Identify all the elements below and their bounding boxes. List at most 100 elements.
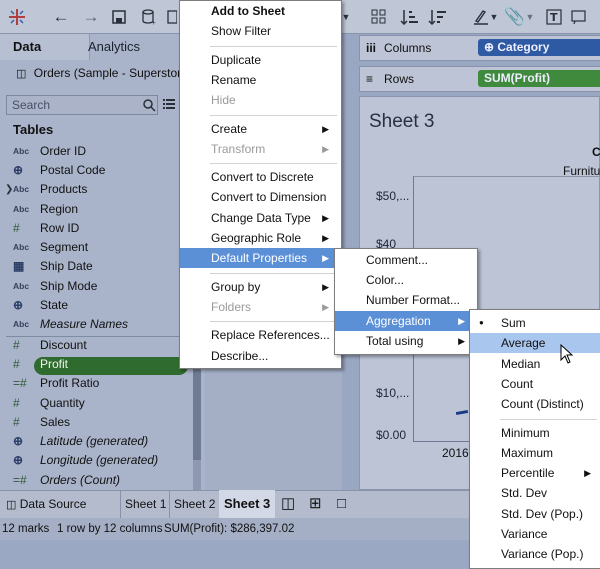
menu-item-label: Count: [501, 376, 534, 391]
menu-item-geographic-role[interactable]: Geographic Role ▶: [180, 228, 341, 248]
menu-item-change-data-type[interactable]: Change Data Type ▶: [180, 208, 341, 228]
number-type-icon: #: [13, 357, 20, 371]
highlight-dropdown-icon[interactable]: ▼: [488, 6, 500, 28]
tableau-logo-icon[interactable]: [6, 6, 28, 28]
menu-item-number-format[interactable]: Number Format...: [335, 290, 477, 310]
field-item[interactable]: ⊕ Longitude (generated): [0, 451, 190, 470]
menu-item-label: Group by: [211, 279, 261, 294]
field-name: Longitude (generated): [40, 453, 159, 467]
new-sheet-icon[interactable]: [166, 6, 178, 28]
menu-item-describe[interactable]: Describe...: [180, 346, 341, 366]
rows-shelf[interactable]: ≡ Rows SUM(Profit): [359, 66, 600, 92]
field-item[interactable]: Abc Segment: [0, 238, 190, 257]
status-marks: 12 marks: [2, 523, 50, 535]
menu-separator: [210, 272, 337, 274]
menu-item-aggregation[interactable]: Aggregation ▶: [335, 310, 477, 331]
sort-desc-icon[interactable]: [426, 6, 448, 28]
tab-sheet2[interactable]: Sheet 2: [169, 490, 219, 518]
menu-item-duplicate[interactable]: Duplicate: [180, 50, 341, 70]
menu-item-convert-to-dimension[interactable]: Convert to Dimension: [180, 187, 341, 207]
swap-icon[interactable]: [369, 6, 391, 28]
menu-item-create[interactable]: Create ▶: [180, 119, 341, 139]
new-dashboard-icon[interactable]: ⊞: [309, 490, 322, 518]
field-item[interactable]: # Row ID: [0, 219, 190, 238]
menu-item-average[interactable]: Average: [470, 333, 600, 354]
text-icon[interactable]: T: [543, 6, 565, 28]
menu-item-label: Variance (Pop.): [501, 547, 584, 562]
menu-item-label: Std. Dev: [501, 486, 548, 501]
field-name: Profit Ratio: [40, 376, 100, 390]
new-datasource-icon[interactable]: +: [138, 6, 160, 28]
menu-item-minimum[interactable]: Minimum: [470, 423, 600, 443]
field-item[interactable]: # Quantity: [0, 394, 190, 413]
new-story-icon[interactable]: □: [337, 490, 346, 518]
menu-item-std-dev-pop[interactable]: Std. Dev (Pop.): [470, 504, 600, 524]
field-item[interactable]: # Sales: [0, 413, 190, 432]
field-name: Row ID: [40, 221, 80, 235]
category-pill[interactable]: ⊕ Category: [478, 39, 600, 56]
forward-icon[interactable]: →: [80, 6, 102, 28]
field-item[interactable]: Abc Order ID: [0, 142, 190, 161]
menu-item-sum[interactable]: Sum ●: [470, 313, 600, 333]
field-name: Order ID: [40, 144, 87, 158]
menu-item-median[interactable]: Median: [470, 354, 600, 374]
menu-item-comment[interactable]: Comment...: [335, 250, 477, 270]
tab-sheet3[interactable]: Sheet 3: [219, 490, 276, 518]
menu-item-variance-pop[interactable]: Variance (Pop.): [470, 544, 600, 564]
datasource-selector[interactable]: ◫ Orders (Sample - Superstore): [0, 60, 205, 86]
field-item[interactable]: ▦ Ship Date: [0, 257, 190, 276]
menu-item-show-filter[interactable]: Show Filter: [180, 21, 341, 41]
number-type-icon: #: [13, 415, 20, 429]
menu-item-label: Transform: [211, 141, 266, 156]
field-item[interactable]: # Discount: [0, 336, 190, 355]
profit-pill[interactable]: SUM(Profit): [478, 70, 600, 87]
field-item[interactable]: Abc Region: [0, 200, 190, 219]
back-icon[interactable]: ←: [50, 6, 72, 28]
menu-item-convert-to-discrete[interactable]: Convert to Discrete: [180, 167, 341, 187]
field-item[interactable]: ❯ Abc Products: [0, 180, 190, 199]
tab-sheet1[interactable]: Sheet 1: [120, 490, 170, 518]
field-item[interactable]: Abc Measure Names: [0, 315, 190, 334]
save-icon[interactable]: [108, 6, 130, 28]
field-name: Sales: [40, 415, 71, 429]
string-type-icon: Abc: [13, 319, 30, 329]
menu-item-rename[interactable]: Rename: [180, 70, 341, 90]
field-name: Profit: [40, 357, 69, 371]
field-item[interactable]: ⊕ Latitude (generated): [0, 432, 190, 451]
column-header-top: C: [592, 145, 600, 159]
pin-icon[interactable]: 📎: [504, 6, 526, 28]
menu-item-std-dev[interactable]: Std. Dev: [470, 483, 600, 503]
menu-item-default-properties[interactable]: Default Properties ▶: [180, 248, 341, 269]
menu-item-label: Average: [501, 336, 546, 351]
tab-analytics[interactable]: Analytics: [76, 34, 190, 60]
menu-item-replace-references[interactable]: Replace References...: [180, 325, 341, 345]
menu-item-color[interactable]: Color...: [335, 270, 477, 290]
menu-item-variance[interactable]: Variance: [470, 524, 600, 544]
field-item[interactable]: =# Profit Ratio: [0, 374, 190, 393]
tab-data-source[interactable]: ◫ Data Source: [6, 490, 86, 518]
sort-asc-icon[interactable]: [398, 6, 420, 28]
new-worksheet-icon[interactable]: ◫: [281, 490, 295, 518]
menu-item-label: Minimum: [501, 425, 550, 440]
menu-item-percentile[interactable]: Percentile ▶: [470, 463, 600, 483]
pin-dropdown-icon[interactable]: ▼: [524, 6, 536, 28]
field-item[interactable]: # Profit: [0, 355, 190, 374]
menu-item-count[interactable]: Count: [470, 374, 600, 394]
menu-item-label: Add to Sheet: [211, 4, 285, 18]
field-item[interactable]: ⊕ State: [0, 296, 190, 315]
view-options-icon[interactable]: [163, 98, 175, 110]
field-item[interactable]: =# Orders (Count): [0, 471, 190, 490]
search-icon[interactable]: [142, 98, 156, 112]
datasource-label: Orders (Sample - Superstore): [33, 66, 192, 80]
annotation-icon[interactable]: [568, 6, 590, 28]
menu-item-label: Median: [501, 356, 541, 371]
menu-item-add-to-sheet[interactable]: Add to Sheet: [180, 1, 341, 21]
menu-item-count-distinct[interactable]: Count (Distinct): [470, 394, 600, 414]
columns-shelf[interactable]: iii Columns ⊕ Category: [359, 35, 600, 61]
menu-item-maximum[interactable]: Maximum: [470, 443, 600, 463]
search-input[interactable]: Search: [6, 95, 158, 115]
field-item[interactable]: Abc Ship Mode: [0, 277, 190, 296]
field-item[interactable]: ⊕ Postal Code: [0, 161, 190, 180]
menu-item-total-using[interactable]: Total using ▶: [335, 331, 477, 351]
menu-item-group-by[interactable]: Group by ▶: [180, 277, 341, 297]
